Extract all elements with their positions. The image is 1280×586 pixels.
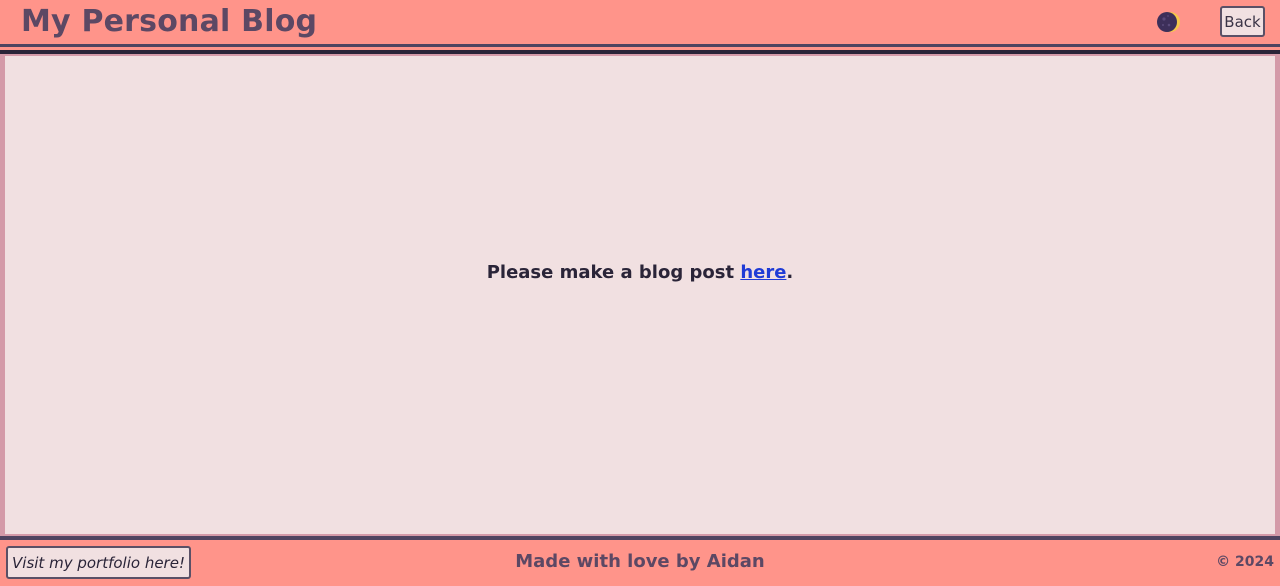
- site-title: My Personal Blog: [21, 4, 318, 39]
- moon-icon: [1157, 12, 1180, 32]
- main-content: Please make a blog post here.: [0, 54, 1280, 536]
- empty-state-message: Please make a blog post here.: [5, 262, 1275, 283]
- footer-credit: Made with love by Aidan: [515, 551, 765, 572]
- site-footer: Visit my portfolio here! Made with love …: [0, 540, 1280, 586]
- theme-toggle-button[interactable]: [1156, 10, 1182, 34]
- site-header: My Personal Blog Back: [0, 0, 1280, 47]
- back-button[interactable]: Back: [1220, 6, 1265, 37]
- create-post-link[interactable]: here: [740, 262, 786, 283]
- message-prefix: Please make a blog post: [486, 262, 741, 283]
- copyright: © 2024: [1216, 554, 1274, 570]
- message-suffix: .: [786, 262, 794, 283]
- portfolio-button[interactable]: Visit my portfolio here!: [6, 546, 191, 579]
